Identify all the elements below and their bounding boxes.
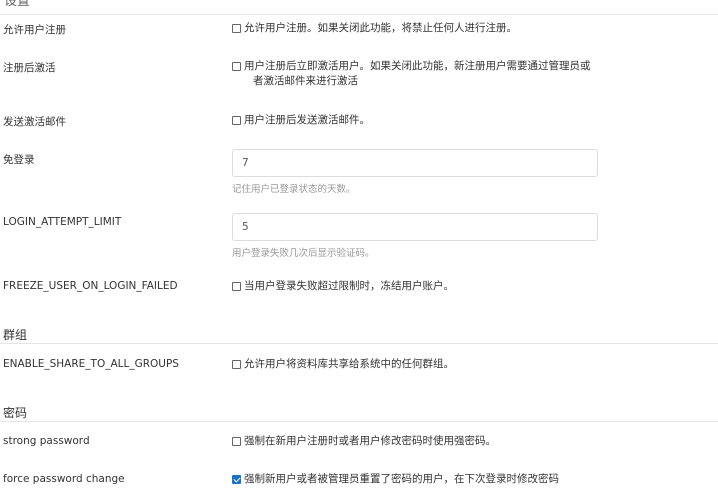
checkbox[interactable] bbox=[232, 24, 241, 33]
section-title-groups: 群组 bbox=[3, 328, 28, 342]
section-divider bbox=[0, 14, 718, 15]
checkbox-description: 强制新用户或者被管理员重置了密码的用户，在下次登录时修改密码 bbox=[244, 473, 559, 485]
setting-send-activation-email[interactable]: 用户注册后发送激活邮件。 bbox=[232, 113, 370, 128]
setting-label-strong-password: strong password bbox=[3, 435, 90, 447]
checkbox-description: 强制在新用户注册时或者用户修改密码时使用强密码。 bbox=[244, 435, 496, 447]
setting-label-allow-register: 允许用户注册 bbox=[3, 24, 66, 36]
setting-strong-password[interactable]: 强制在新用户注册时或者用户修改密码时使用强密码。 bbox=[232, 434, 496, 449]
checkbox-checked[interactable] bbox=[232, 475, 241, 484]
setting-label-send-activation-email: 发送激活邮件 bbox=[3, 116, 66, 128]
setting-allow-register[interactable]: 允许用户注册。如果关闭此功能，将禁止任何人进行注册。 bbox=[232, 21, 517, 36]
checkbox-description-line: 者激活邮件来进行激活 bbox=[253, 75, 358, 87]
setting-label-remember-days: 免登录 bbox=[3, 154, 35, 166]
setting-freeze-user[interactable]: 当用户登录失败超过限制时，冻结用户账户。 bbox=[232, 279, 454, 294]
checkbox[interactable] bbox=[232, 282, 241, 291]
setting-force-password-change[interactable]: 强制新用户或者被管理员重置了密码的用户，在下次登录时修改密码 bbox=[232, 472, 559, 487]
checkbox-description: 用户注册后立即激活用户。如果关闭此功能，新注册用户需要通过管理员或 者激活邮件来… bbox=[244, 59, 591, 89]
section-title-partial: 设置 bbox=[4, 0, 31, 9]
checkbox-description: 当用户登录失败超过限制时，冻结用户账户。 bbox=[244, 280, 454, 292]
checkbox[interactable] bbox=[232, 360, 241, 369]
setting-label-freeze-user: FREEZE_USER_ON_LOGIN_FAILED bbox=[3, 280, 178, 292]
checkbox-description: 允许用户将资料库共享给系统中的任何群组。 bbox=[244, 358, 454, 370]
setting-label-force-password-change: force password change bbox=[3, 473, 125, 485]
login-attempt-limit-input[interactable]: 5 bbox=[232, 213, 598, 241]
checkbox[interactable] bbox=[232, 116, 241, 125]
checkbox-description: 用户注册后发送激活邮件。 bbox=[244, 114, 370, 126]
checkbox[interactable] bbox=[232, 437, 241, 446]
checkbox[interactable] bbox=[232, 62, 241, 71]
section-divider bbox=[0, 421, 718, 422]
setting-label-activate-after-register: 注册后激活 bbox=[3, 62, 56, 74]
help-text: 记住用户已登录状态的天数。 bbox=[232, 184, 356, 195]
setting-label-login-attempt-limit: LOGIN_ATTEMPT_LIMIT bbox=[3, 216, 122, 228]
setting-share-to-all-groups[interactable]: 允许用户将资料库共享给系统中的任何群组。 bbox=[232, 357, 454, 372]
help-text: 用户登录失败几次后显示验证码。 bbox=[232, 248, 375, 259]
section-divider bbox=[0, 343, 718, 344]
section-title-password: 密码 bbox=[3, 406, 28, 420]
setting-label-share-to-all-groups: ENABLE_SHARE_TO_ALL_GROUPS bbox=[3, 358, 179, 370]
remember-days-input[interactable]: 7 bbox=[232, 149, 598, 177]
checkbox-description-line: 用户注册后立即激活用户。如果关闭此功能，新注册用户需要通过管理员或 bbox=[244, 60, 591, 72]
setting-activate-after-register[interactable]: 用户注册后立即激活用户。如果关闭此功能，新注册用户需要通过管理员或 者激活邮件来… bbox=[232, 59, 591, 89]
checkbox-description: 允许用户注册。如果关闭此功能，将禁止任何人进行注册。 bbox=[244, 22, 517, 34]
